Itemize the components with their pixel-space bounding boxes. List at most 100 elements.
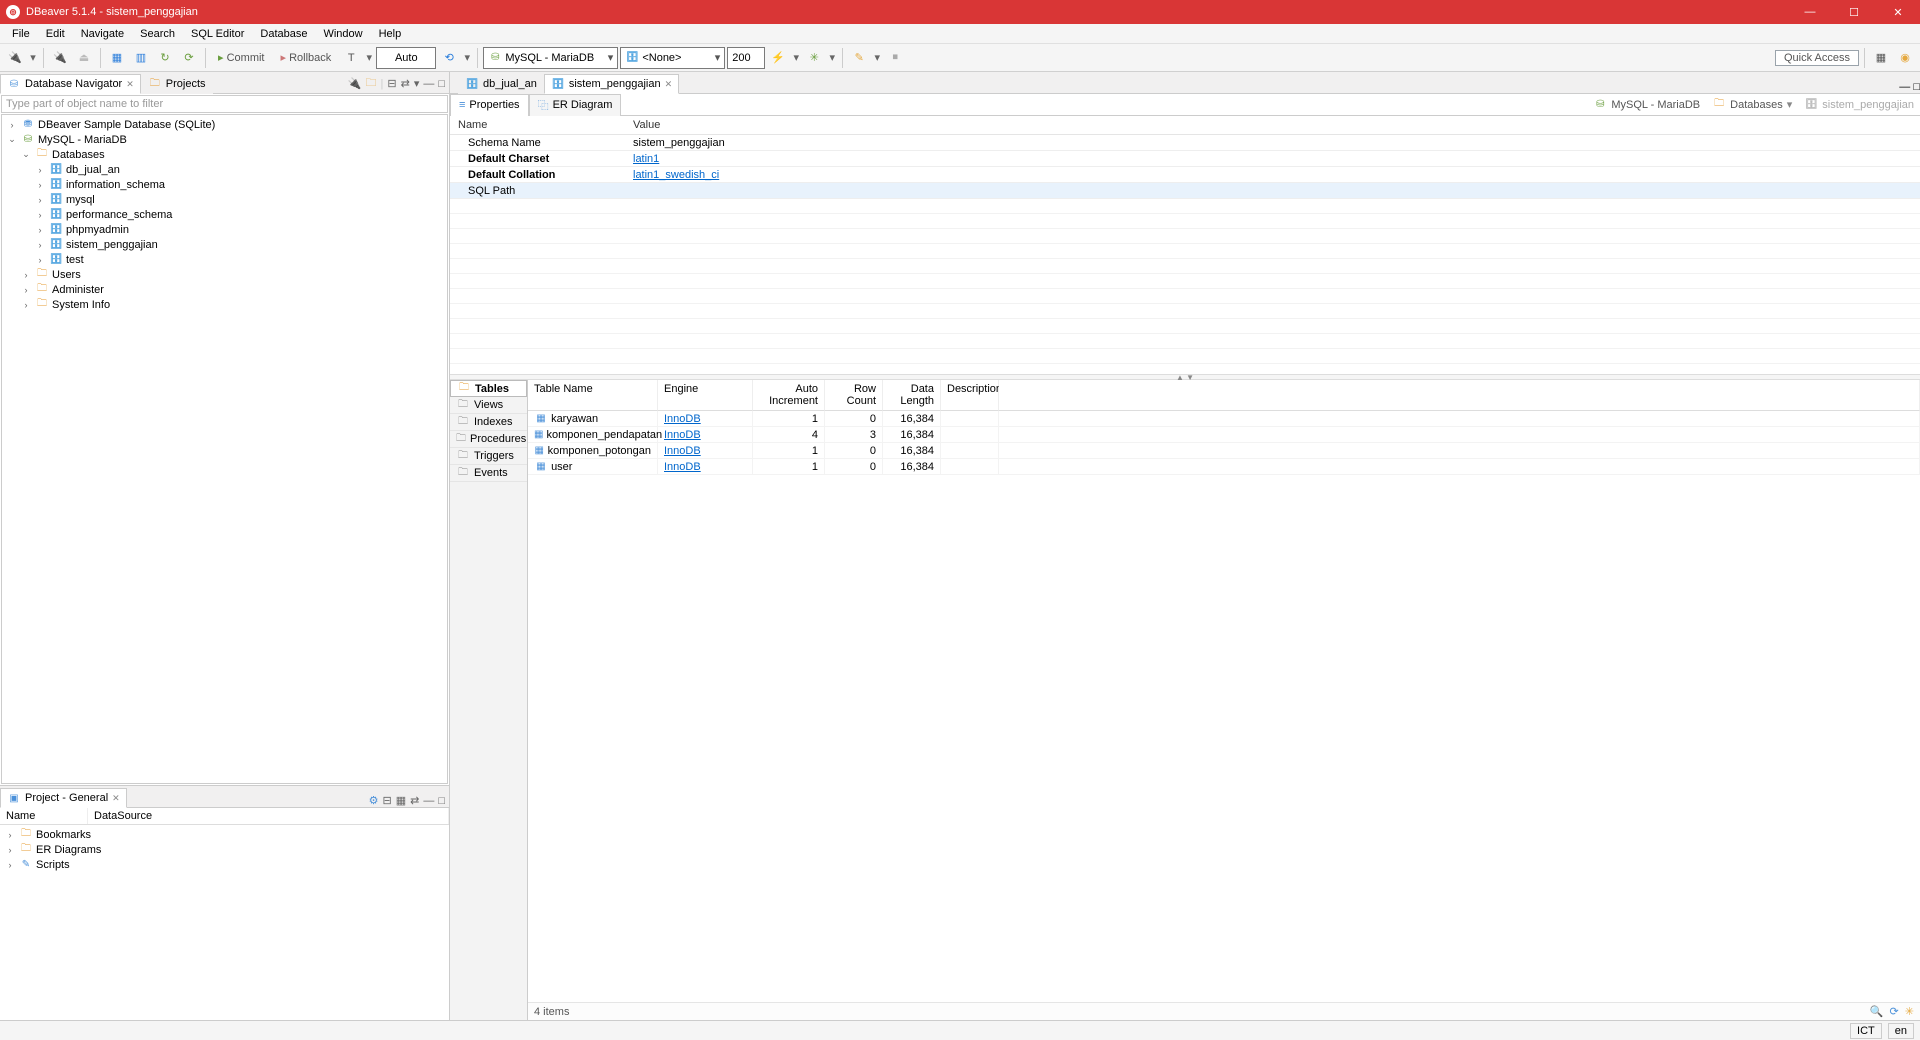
project-col-datasource[interactable]: DataSource <box>88 808 449 824</box>
perspective-default-icon[interactable]: ▦ <box>1870 47 1892 69</box>
tree-node-databases[interactable]: ⌄🗀Databases <box>6 147 443 162</box>
project-item-bookmarks[interactable]: ›🗀Bookmarks <box>4 827 445 842</box>
detail-row-3-name[interactable]: ▦ user <box>528 459 658 475</box>
tx-dropdown[interactable]: ▾ <box>364 51 374 64</box>
detail-row-2-desc[interactable] <box>941 443 999 459</box>
detail-row-1-name[interactable]: ▦ komponen_pendapatan <box>528 427 658 443</box>
database-combo[interactable]: 🗄 <None>▾ <box>620 47 725 69</box>
limit-input[interactable]: 200 <box>727 47 765 69</box>
sql-script-icon[interactable]: ▥ <box>130 47 152 69</box>
detail-cat-events[interactable]: 🗀Events <box>450 465 527 482</box>
project-item-scripts[interactable]: ›✎Scripts <box>4 857 445 872</box>
project-collapse-icon[interactable]: ⊟ <box>383 794 392 807</box>
detail-row-1-rc[interactable]: 3 <box>825 427 883 443</box>
menu-file[interactable]: File <box>4 26 38 42</box>
tree-node-db-6[interactable]: ›🗄test <box>6 252 443 267</box>
detail-hdr-name[interactable]: Table Name <box>528 380 658 411</box>
menu-database[interactable]: Database <box>252 26 315 42</box>
refresh-dropdown[interactable]: ▾ <box>462 51 472 64</box>
prop-row-2-name[interactable]: Default Collation <box>450 167 625 183</box>
link-editor-icon[interactable]: ⇄ <box>401 77 410 90</box>
disconnect-icon[interactable]: ⏏ <box>73 47 95 69</box>
detail-row-3-rc[interactable]: 0 <box>825 459 883 475</box>
rollback-button[interactable]: ▸ Rollback <box>273 47 338 69</box>
connection-combo[interactable]: ⛁ MySQL - MariaDB▾ <box>483 47 618 69</box>
status-timezone[interactable]: ICT <box>1850 1023 1882 1039</box>
detail-hdr-rc[interactable]: Row Count <box>825 380 883 411</box>
tree-node-mysql[interactable]: ⌄⛁MySQL - MariaDB <box>6 132 443 147</box>
project-item-er[interactable]: ›🗀ER Diagrams <box>4 842 445 857</box>
edit-icon[interactable]: ✎ <box>848 47 870 69</box>
menu-sql-editor[interactable]: SQL Editor <box>183 26 252 42</box>
edit-dropdown[interactable]: ▾ <box>872 51 882 64</box>
minimize-view-icon[interactable]: — <box>423 78 434 90</box>
detail-row-0-dl[interactable]: 16,384 <box>883 411 941 427</box>
detail-row-0-engine[interactable]: InnoDB <box>658 411 753 427</box>
detail-row-1-engine[interactable]: InnoDB <box>658 427 753 443</box>
execute-icon[interactable]: ⟳ <box>178 47 200 69</box>
tree-node-db-3[interactable]: ›🗄performance_schema <box>6 207 443 222</box>
maximize-button[interactable]: ☐ <box>1832 0 1876 24</box>
new-connection-icon[interactable]: 🔌 <box>4 47 26 69</box>
tab-close-icon[interactable]: ✕ <box>112 793 120 804</box>
editor-min-icon[interactable]: — <box>1899 81 1910 93</box>
menu-edit[interactable]: Edit <box>38 26 73 42</box>
tree-node-db-5[interactable]: ›🗄sistem_penggajian <box>6 237 443 252</box>
footer-save-icon[interactable]: ⟳ <box>1889 1005 1898 1018</box>
prop-row-1-name[interactable]: Default Charset <box>450 151 625 167</box>
project-min-icon[interactable]: — <box>423 795 434 807</box>
prop-row-0-name[interactable]: Schema Name <box>450 135 625 151</box>
new-connection-dropdown[interactable]: ▾ <box>28 51 38 64</box>
menu-window[interactable]: Window <box>315 26 370 42</box>
detail-row-1-desc[interactable] <box>941 427 999 443</box>
tab-close-icon[interactable]: ✕ <box>665 79 673 90</box>
tab-editor-1[interactable]: 🗄 sistem_penggajian ✕ <box>544 74 679 94</box>
tree-node-db-1[interactable]: ›🗄information_schema <box>6 177 443 192</box>
detail-row-1-ai[interactable]: 4 <box>753 427 825 443</box>
detail-row-3-desc[interactable] <box>941 459 999 475</box>
tree-node-administer[interactable]: ›🗀Administer <box>6 282 443 297</box>
detail-row-1-dl[interactable]: 16,384 <box>883 427 941 443</box>
tab-editor-0[interactable]: 🗄 db_jual_an <box>458 74 544 94</box>
menu-help[interactable]: Help <box>371 26 410 42</box>
tx-log-icon[interactable]: T <box>340 47 362 69</box>
tree-node-system-info[interactable]: ›🗀System Info <box>6 297 443 312</box>
crumb-connection[interactable]: ⛁MySQL - MariaDB <box>1587 98 1706 112</box>
open-recent-icon[interactable]: ↻ <box>154 47 176 69</box>
detail-row-0-name[interactable]: ▦ karyawan <box>528 411 658 427</box>
detail-row-3-ai[interactable]: 1 <box>753 459 825 475</box>
detail-cat-indexes[interactable]: 🗀Indexes <box>450 414 527 431</box>
tab-database-navigator[interactable]: ⛁ Database Navigator ✕ <box>0 74 141 94</box>
detail-row-0-desc[interactable] <box>941 411 999 427</box>
detail-hdr-dl[interactable]: Data Length <box>883 380 941 411</box>
connect-icon[interactable]: 🔌 <box>49 47 71 69</box>
tab-project-general[interactable]: ▣ Project - General ✕ <box>0 788 127 808</box>
prop-row-1-value[interactable]: latin1 <box>625 151 1920 167</box>
detail-row-3-dl[interactable]: 16,384 <box>883 459 941 475</box>
prop-header-name[interactable]: Name <box>450 116 625 135</box>
detail-cat-tables[interactable]: 🗀Tables <box>450 380 527 397</box>
perspective-db-icon[interactable]: ◉ <box>1894 47 1916 69</box>
minimize-button[interactable]: — <box>1788 0 1832 24</box>
detail-row-2-engine[interactable]: InnoDB <box>658 443 753 459</box>
detail-hdr-ai[interactable]: Auto Increment <box>753 380 825 411</box>
prop-row-3-value[interactable] <box>625 183 1920 199</box>
footer-search-icon[interactable]: 🔍 <box>1870 1005 1884 1018</box>
database-navigator-tree[interactable]: ›⛃DBeaver Sample Database (SQLite) ⌄⛁MyS… <box>1 114 448 784</box>
detail-row-3-engine[interactable]: InnoDB <box>658 459 753 475</box>
close-button[interactable]: ✕ <box>1876 0 1920 24</box>
new-conn-icon[interactable]: 🔌 <box>348 77 362 90</box>
refresh-icon[interactable]: ⟲ <box>438 47 460 69</box>
tree-node-users[interactable]: ›🗀Users <box>6 267 443 282</box>
menu-navigate[interactable]: Navigate <box>73 26 132 42</box>
detail-hdr-engine[interactable]: Engine <box>658 380 753 411</box>
status-locale[interactable]: en <box>1888 1023 1914 1039</box>
tool-gear-icon[interactable]: ✳ <box>803 47 825 69</box>
limit-config-icon[interactable]: ⚡ <box>767 47 789 69</box>
stop-icon[interactable]: ⏹ <box>884 47 906 69</box>
detail-cat-procedures[interactable]: 🗀Procedures <box>450 431 527 448</box>
collapse-icon[interactable]: ⊟ <box>387 77 396 90</box>
tab-projects[interactable]: 🗀 Projects <box>141 74 213 94</box>
detail-hdr-desc[interactable]: Description <box>941 380 999 411</box>
detail-row-2-dl[interactable]: 16,384 <box>883 443 941 459</box>
